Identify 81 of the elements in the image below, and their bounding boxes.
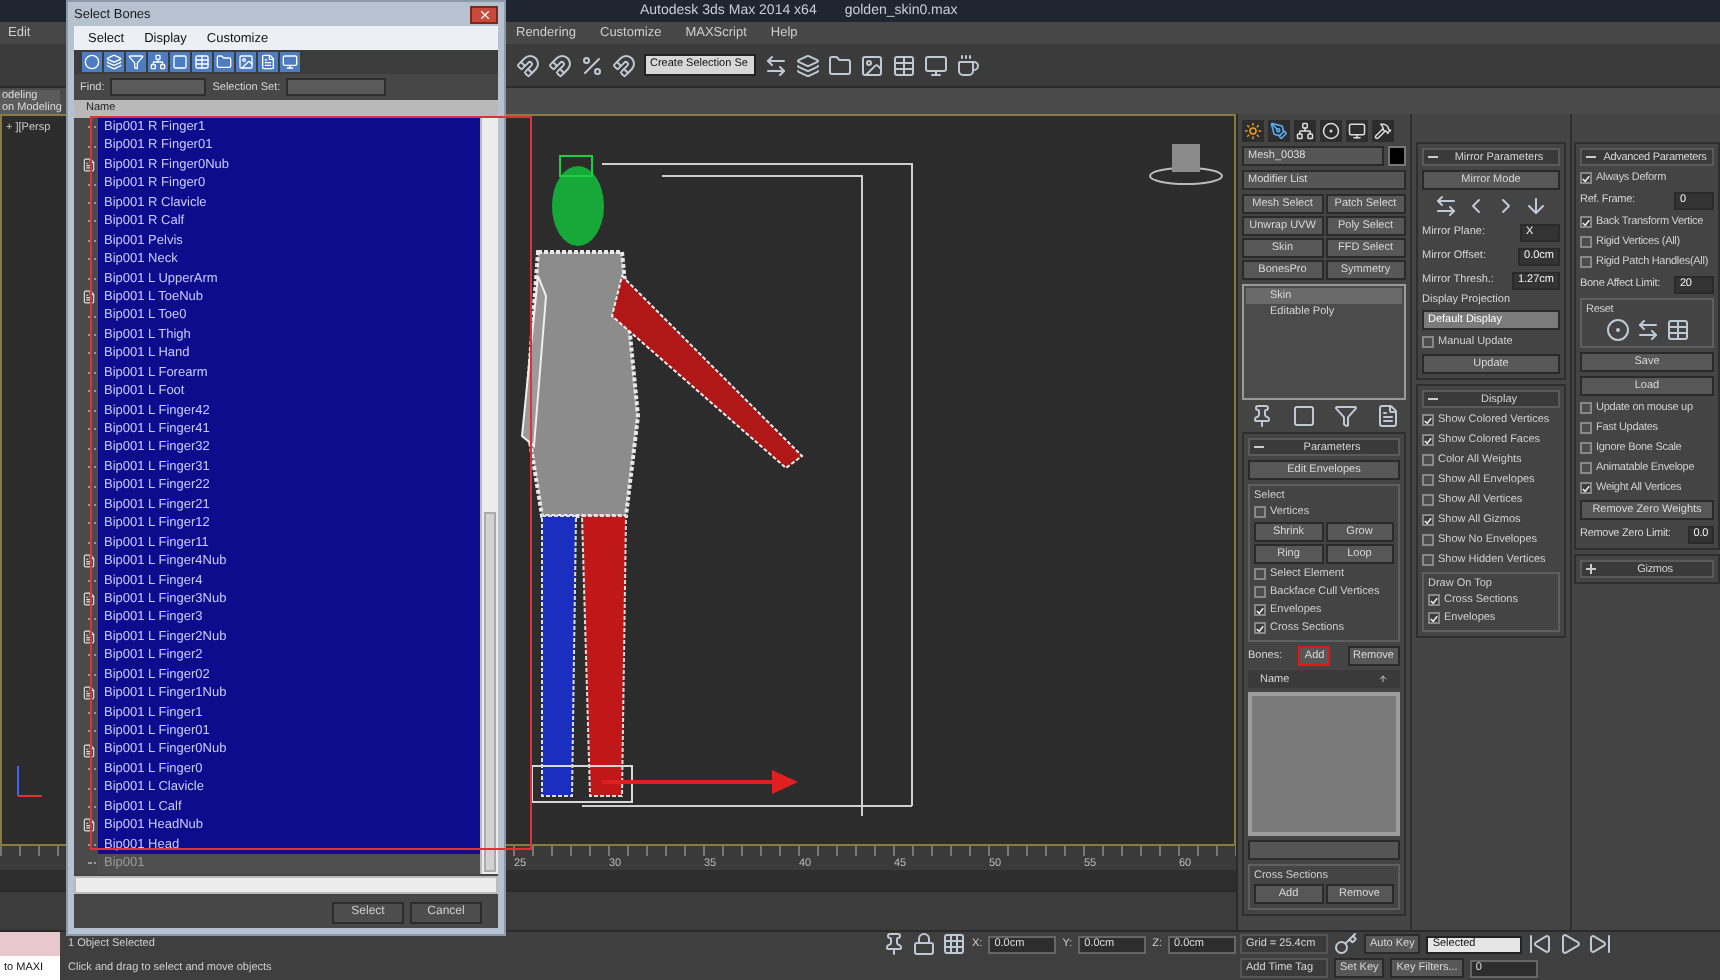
checkbox[interactable] <box>1580 256 1592 268</box>
color-swatch[interactable] <box>1388 146 1406 166</box>
grid-icon[interactable] <box>942 932 966 956</box>
checkbox[interactable] <box>1580 462 1592 474</box>
pin-icon[interactable] <box>1249 404 1273 428</box>
sun-icon[interactable] <box>1242 119 1264 141</box>
checkbox[interactable] <box>1580 482 1592 494</box>
checkbox[interactable] <box>1254 568 1266 580</box>
checkbox[interactable] <box>1254 506 1266 518</box>
hierarchy-icon[interactable] <box>1294 119 1316 141</box>
percent-icon[interactable] <box>580 53 604 77</box>
document-icon <box>82 818 96 833</box>
expand-icon[interactable] <box>1586 564 1596 574</box>
collapse-icon[interactable] <box>1428 152 1438 162</box>
checkbox[interactable] <box>1422 534 1434 546</box>
checkbox[interactable] <box>1422 474 1434 486</box>
checkbox[interactable] <box>1422 454 1434 466</box>
document-icon <box>82 554 96 569</box>
input-field[interactable] <box>1248 840 1400 860</box>
folder-icon[interactable] <box>828 53 852 77</box>
checkbox[interactable] <box>1580 422 1592 434</box>
checkbox[interactable] <box>1254 604 1266 616</box>
collapse-icon[interactable] <box>1586 152 1596 162</box>
magnet-icon[interactable] <box>612 53 636 77</box>
lock-icon[interactable] <box>912 932 936 956</box>
collapse-icon[interactable] <box>1428 394 1438 404</box>
skip-forward-icon[interactable] <box>1588 932 1613 956</box>
mirror-icon[interactable] <box>764 53 788 77</box>
table-icon[interactable] <box>1665 318 1689 342</box>
cup-icon[interactable] <box>956 53 980 77</box>
arrow-down-icon[interactable] <box>1524 194 1548 218</box>
mirror-icon[interactable] <box>1434 194 1458 218</box>
image-icon[interactable] <box>860 53 884 77</box>
checkbox[interactable] <box>1580 236 1592 248</box>
checkbox[interactable] <box>1428 594 1440 606</box>
square-icon[interactable] <box>1291 404 1315 428</box>
document-icon <box>82 158 96 173</box>
monitor-icon[interactable] <box>924 53 948 77</box>
close-button[interactable] <box>470 5 498 23</box>
selection-set-field[interactable] <box>286 78 387 96</box>
document-icon[interactable] <box>1375 404 1399 428</box>
document-icon <box>82 290 96 305</box>
scrollbar[interactable] <box>480 118 498 874</box>
table-icon[interactable] <box>892 53 916 77</box>
close-icon <box>477 7 491 21</box>
pin-icon[interactable] <box>882 932 906 956</box>
scrollbar[interactable] <box>74 876 498 894</box>
checkbox[interactable] <box>1580 172 1592 184</box>
checkbox[interactable] <box>1580 402 1592 414</box>
key-icon[interactable] <box>1334 932 1358 956</box>
document-icon <box>82 592 96 607</box>
checkbox[interactable] <box>1422 554 1434 566</box>
checkbox[interactable] <box>1254 622 1266 634</box>
script-listener-field[interactable] <box>0 932 60 956</box>
monitor-icon[interactable] <box>1346 119 1368 141</box>
checkbox[interactable] <box>1428 612 1440 624</box>
magnet-icon[interactable] <box>516 53 540 77</box>
axis-tripod-icon <box>17 765 43 797</box>
checkbox[interactable] <box>1422 414 1434 426</box>
circle-icon[interactable] <box>1320 119 1342 141</box>
checkbox[interactable] <box>1580 216 1592 228</box>
filter-icon[interactable] <box>1333 404 1357 428</box>
document-icon <box>82 743 96 758</box>
magnet-icon[interactable] <box>548 53 572 77</box>
layers-icon[interactable] <box>796 53 820 77</box>
pen-icon[interactable] <box>1268 119 1290 141</box>
box-object-drawing <box>1149 144 1223 185</box>
checkbox[interactable] <box>1580 442 1592 454</box>
checkbox[interactable] <box>1254 586 1266 598</box>
collapse-icon[interactable] <box>1254 442 1264 452</box>
checkbox[interactable] <box>1422 514 1434 526</box>
play-icon[interactable] <box>1558 932 1583 956</box>
checkbox[interactable] <box>1422 434 1434 446</box>
checkbox[interactable] <box>1422 494 1434 506</box>
skip-back-icon[interactable] <box>1528 932 1553 956</box>
find-field[interactable] <box>110 78 207 96</box>
document-icon <box>82 686 96 701</box>
document-icon <box>82 630 96 645</box>
checkbox[interactable] <box>1422 336 1434 348</box>
sort-arrow-icon[interactable] <box>1378 674 1388 684</box>
hammer-icon[interactable] <box>1372 119 1394 141</box>
